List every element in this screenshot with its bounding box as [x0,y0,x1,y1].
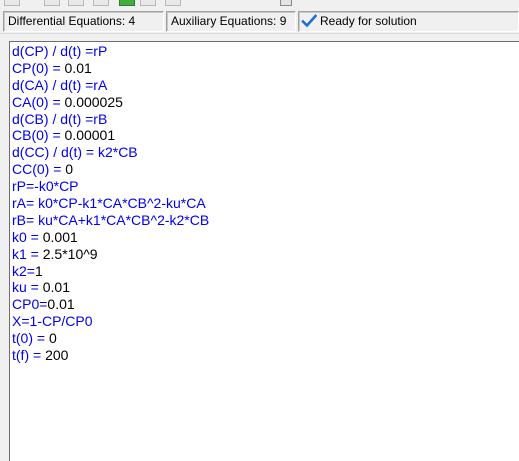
differential-equations-count: Differential Equations: 4 [3,11,164,32]
equation-value: 200 [45,347,69,364]
equation-text: CA(0) = [12,93,65,110]
equation-text: CB(0) = [12,127,65,144]
equation-line: t(0) = 0 [12,330,519,347]
equation-text: t(f) = [12,347,46,364]
equation-line: t(f) = 200 [12,347,519,364]
equation-line: rP=-k0*CP [12,178,519,195]
equation-value: 0.001 [42,228,78,245]
status-bar: Differential Equations: 4 Auxiliary Equa… [0,9,519,34]
equation-line: CB(0) = 0.00001 [12,127,519,144]
equation-line: ku = 0.01 [12,279,519,296]
auxiliary-equations-count: Auxiliary Equations: 9 [166,11,296,32]
equation-line: X=1-CP/CP0 [12,313,519,330]
equation-text: rA= k0*CP-k1*CA*CB^2-ku*CA [12,195,206,212]
toolbar-button[interactable] [140,0,156,6]
toolbar-button[interactable] [4,0,20,6]
equation-value: 1 [34,262,43,279]
equation-line: CC(0) = 0 [12,161,519,178]
equation-text: X=1-CP/CP0 [12,313,93,330]
equation-text: d(CB) / d(t) =rB [12,110,108,127]
toolbar-button[interactable] [44,0,60,6]
equation-value: 0 [65,161,74,178]
equation-text: d(CA) / d(t) =rA [12,76,108,93]
equation-text: CC(0) = [12,161,66,178]
equation-text: ku = [12,279,43,296]
equation-value: 2.5*10^9 [42,245,98,262]
equation-text: d(CC) / d(t) = k2*CB [12,144,138,161]
equation-value: 0.000025 [64,93,123,110]
equation-editor[interactable]: d(CP) / d(t) =rP CP(0) = 0.01 d(CA) / d(t)… [9,41,519,461]
equation-value: 0.00001 [64,127,116,144]
equation-lines: d(CP) / d(t) =rP CP(0) = 0.01 d(CA) / d(t)… [10,42,519,364]
toolbar-button[interactable] [93,0,109,6]
equation-line: k1 = 2.5*10^9 [12,246,519,263]
equation-line: CP(0) = 0.01 [12,60,519,77]
equation-value: 0.01 [42,279,70,296]
equation-text: rB= ku*CA+k1*CA*CB^2-k2*CB [12,211,210,228]
equation-text: CP(0) = [12,59,65,76]
equation-value: 0 [48,330,57,347]
equation-line: CP0=0.01 [12,296,519,313]
equation-line: k0 = 0.001 [12,229,519,246]
equation-line: CA(0) = 0.000025 [12,94,519,111]
equation-value: 0.01 [64,59,92,76]
checkmark-icon [301,14,317,28]
ready-status: Ready for solution [298,11,519,32]
equation-line: d(CB) / d(t) =rB [12,111,519,128]
equation-line: d(CA) / d(t) =rA [12,77,519,94]
equation-text: rP=-k0*CP [12,178,79,195]
toolbar-button[interactable] [119,0,135,6]
equation-text: t(0) = [12,330,49,347]
equation-text: k2= [12,262,35,279]
equation-line: d(CC) / d(t) = k2*CB [12,144,519,161]
equation-line: d(CP) / d(t) =rP [12,43,519,60]
equation-line: rA= k0*CP-k1*CA*CB^2-ku*CA [12,195,519,212]
equation-line: k2=1 [12,263,519,280]
equation-text: k0 = [12,228,43,245]
equation-text: d(CP) / d(t) =rP [12,43,108,59]
equation-value: 0.01 [47,296,75,313]
toolbar-button[interactable] [68,0,84,6]
ready-status-label: Ready for solution [320,14,417,28]
equation-line: rB= ku*CA+k1*CA*CB^2-k2*CB [12,212,519,229]
toolbar [0,0,519,8]
equation-text: k1 = [12,245,43,262]
equation-text: CP0= [12,296,48,313]
toolbar-dropdown[interactable] [280,0,292,6]
toolbar-button[interactable] [165,0,181,6]
